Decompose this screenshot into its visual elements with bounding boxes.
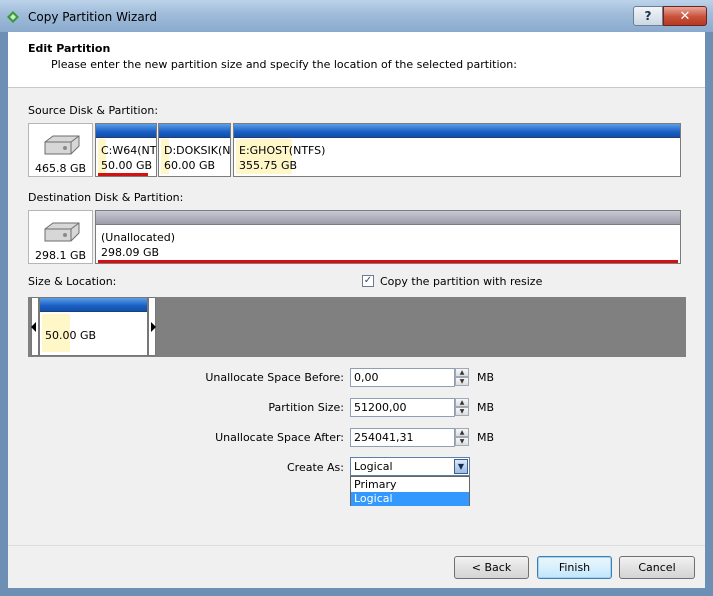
partition-size: 355.75 GB <box>239 159 298 172</box>
hard-disk-icon <box>43 221 81 243</box>
partition-bar <box>96 124 156 138</box>
create-as-dropdown-list: Primary Logical <box>350 476 470 506</box>
page-title: Edit Partition <box>28 42 111 55</box>
back-button[interactable]: < Back <box>454 556 529 579</box>
size-location-label: Size & Location: <box>28 275 117 288</box>
partition-size-input[interactable]: 51200,00 <box>350 398 455 417</box>
source-disk-tile[interactable]: 465.8 GB <box>28 123 93 177</box>
resize-partition-block[interactable]: 50.00 GB <box>39 297 148 356</box>
partition-bar <box>159 124 230 138</box>
spin-up-icon[interactable]: ▲ <box>455 398 469 407</box>
space-before-spinner[interactable]: ▲ ▼ <box>455 368 469 387</box>
page-description: Please enter the new partition size and … <box>51 58 517 71</box>
create-as-value: Logical <box>354 460 393 473</box>
destination-disk-tile[interactable]: 298.1 GB <box>28 210 93 264</box>
close-button[interactable]: ✕ <box>663 6 707 26</box>
right-arrow-icon <box>151 322 156 332</box>
partition-size-spinner[interactable]: ▲ ▼ <box>455 398 469 417</box>
source-partition-e[interactable]: E:GHOST(NTFS) 355.75 GB <box>233 123 681 177</box>
space-before-unit: MB <box>477 371 495 384</box>
spin-down-icon[interactable]: ▼ <box>455 407 469 416</box>
destination-section-label: Destination Disk & Partition: <box>28 191 184 204</box>
selected-indicator <box>98 260 678 263</box>
selected-indicator <box>98 173 148 176</box>
hard-disk-icon <box>43 134 81 156</box>
partition-bar <box>40 298 147 312</box>
partition-name: E:GHOST(NTFS) <box>239 144 326 157</box>
spin-up-icon[interactable]: ▲ <box>455 368 469 377</box>
space-after-label: Unallocate Space After: <box>215 431 344 444</box>
space-after-input[interactable]: 254041,31 <box>350 428 455 447</box>
partition-name: (Unallocated) <box>101 231 176 244</box>
source-partition-c[interactable]: C:W64(NT 50.00 GB <box>95 123 157 177</box>
partition-size-unit: MB <box>477 401 495 414</box>
partition-size-label: Partition Size: <box>268 401 344 414</box>
destination-partition-unallocated[interactable]: (Unallocated) 298.09 GB <box>95 210 681 264</box>
app-icon <box>6 10 20 24</box>
partition-bar <box>96 211 680 225</box>
chevron-down-icon[interactable]: ▼ <box>454 459 468 474</box>
create-as-select[interactable]: Logical ▼ <box>350 457 470 476</box>
left-arrow-icon <box>31 322 36 332</box>
partition-name: D:DOKSIK(N <box>164 144 231 157</box>
partition-name: C:W64(NT <box>101 144 157 157</box>
cancel-button[interactable]: Cancel <box>619 556 695 579</box>
spin-up-icon[interactable]: ▲ <box>455 428 469 437</box>
source-partition-d[interactable]: D:DOKSIK(N 60.00 GB <box>158 123 231 177</box>
left-resize-handle[interactable] <box>31 297 39 356</box>
partition-size: 60.00 GB <box>164 159 216 172</box>
spin-down-icon[interactable]: ▼ <box>455 437 469 446</box>
source-section-label: Source Disk & Partition: <box>28 104 159 117</box>
right-resize-handle[interactable] <box>148 297 156 356</box>
option-logical[interactable]: Logical <box>351 492 469 506</box>
source-disk-size: 465.8 GB <box>34 162 87 175</box>
help-button[interactable]: ? <box>633 6 663 26</box>
resize-partition-size: 50.00 GB <box>45 329 97 342</box>
copy-with-resize-label[interactable]: Copy the partition with resize <box>380 275 542 288</box>
copy-with-resize-checkbox[interactable]: ✓ <box>362 275 374 287</box>
destination-disk-size: 298.1 GB <box>34 249 87 262</box>
option-primary[interactable]: Primary <box>351 478 469 492</box>
partition-bar <box>234 124 680 138</box>
window-title: Copy Partition Wizard <box>28 10 158 24</box>
space-before-input[interactable]: 0,00 <box>350 368 455 387</box>
space-after-spinner[interactable]: ▲ ▼ <box>455 428 469 447</box>
spin-down-icon[interactable]: ▼ <box>455 377 469 386</box>
finish-button[interactable]: Finish <box>537 556 612 579</box>
partition-size: 298.09 GB <box>101 246 160 259</box>
footer-divider <box>8 545 705 546</box>
space-before-label: Unallocate Space Before: <box>205 371 344 384</box>
partition-size: 50.00 GB <box>101 159 153 172</box>
create-as-label: Create As: <box>286 461 344 474</box>
space-after-unit: MB <box>477 431 495 444</box>
